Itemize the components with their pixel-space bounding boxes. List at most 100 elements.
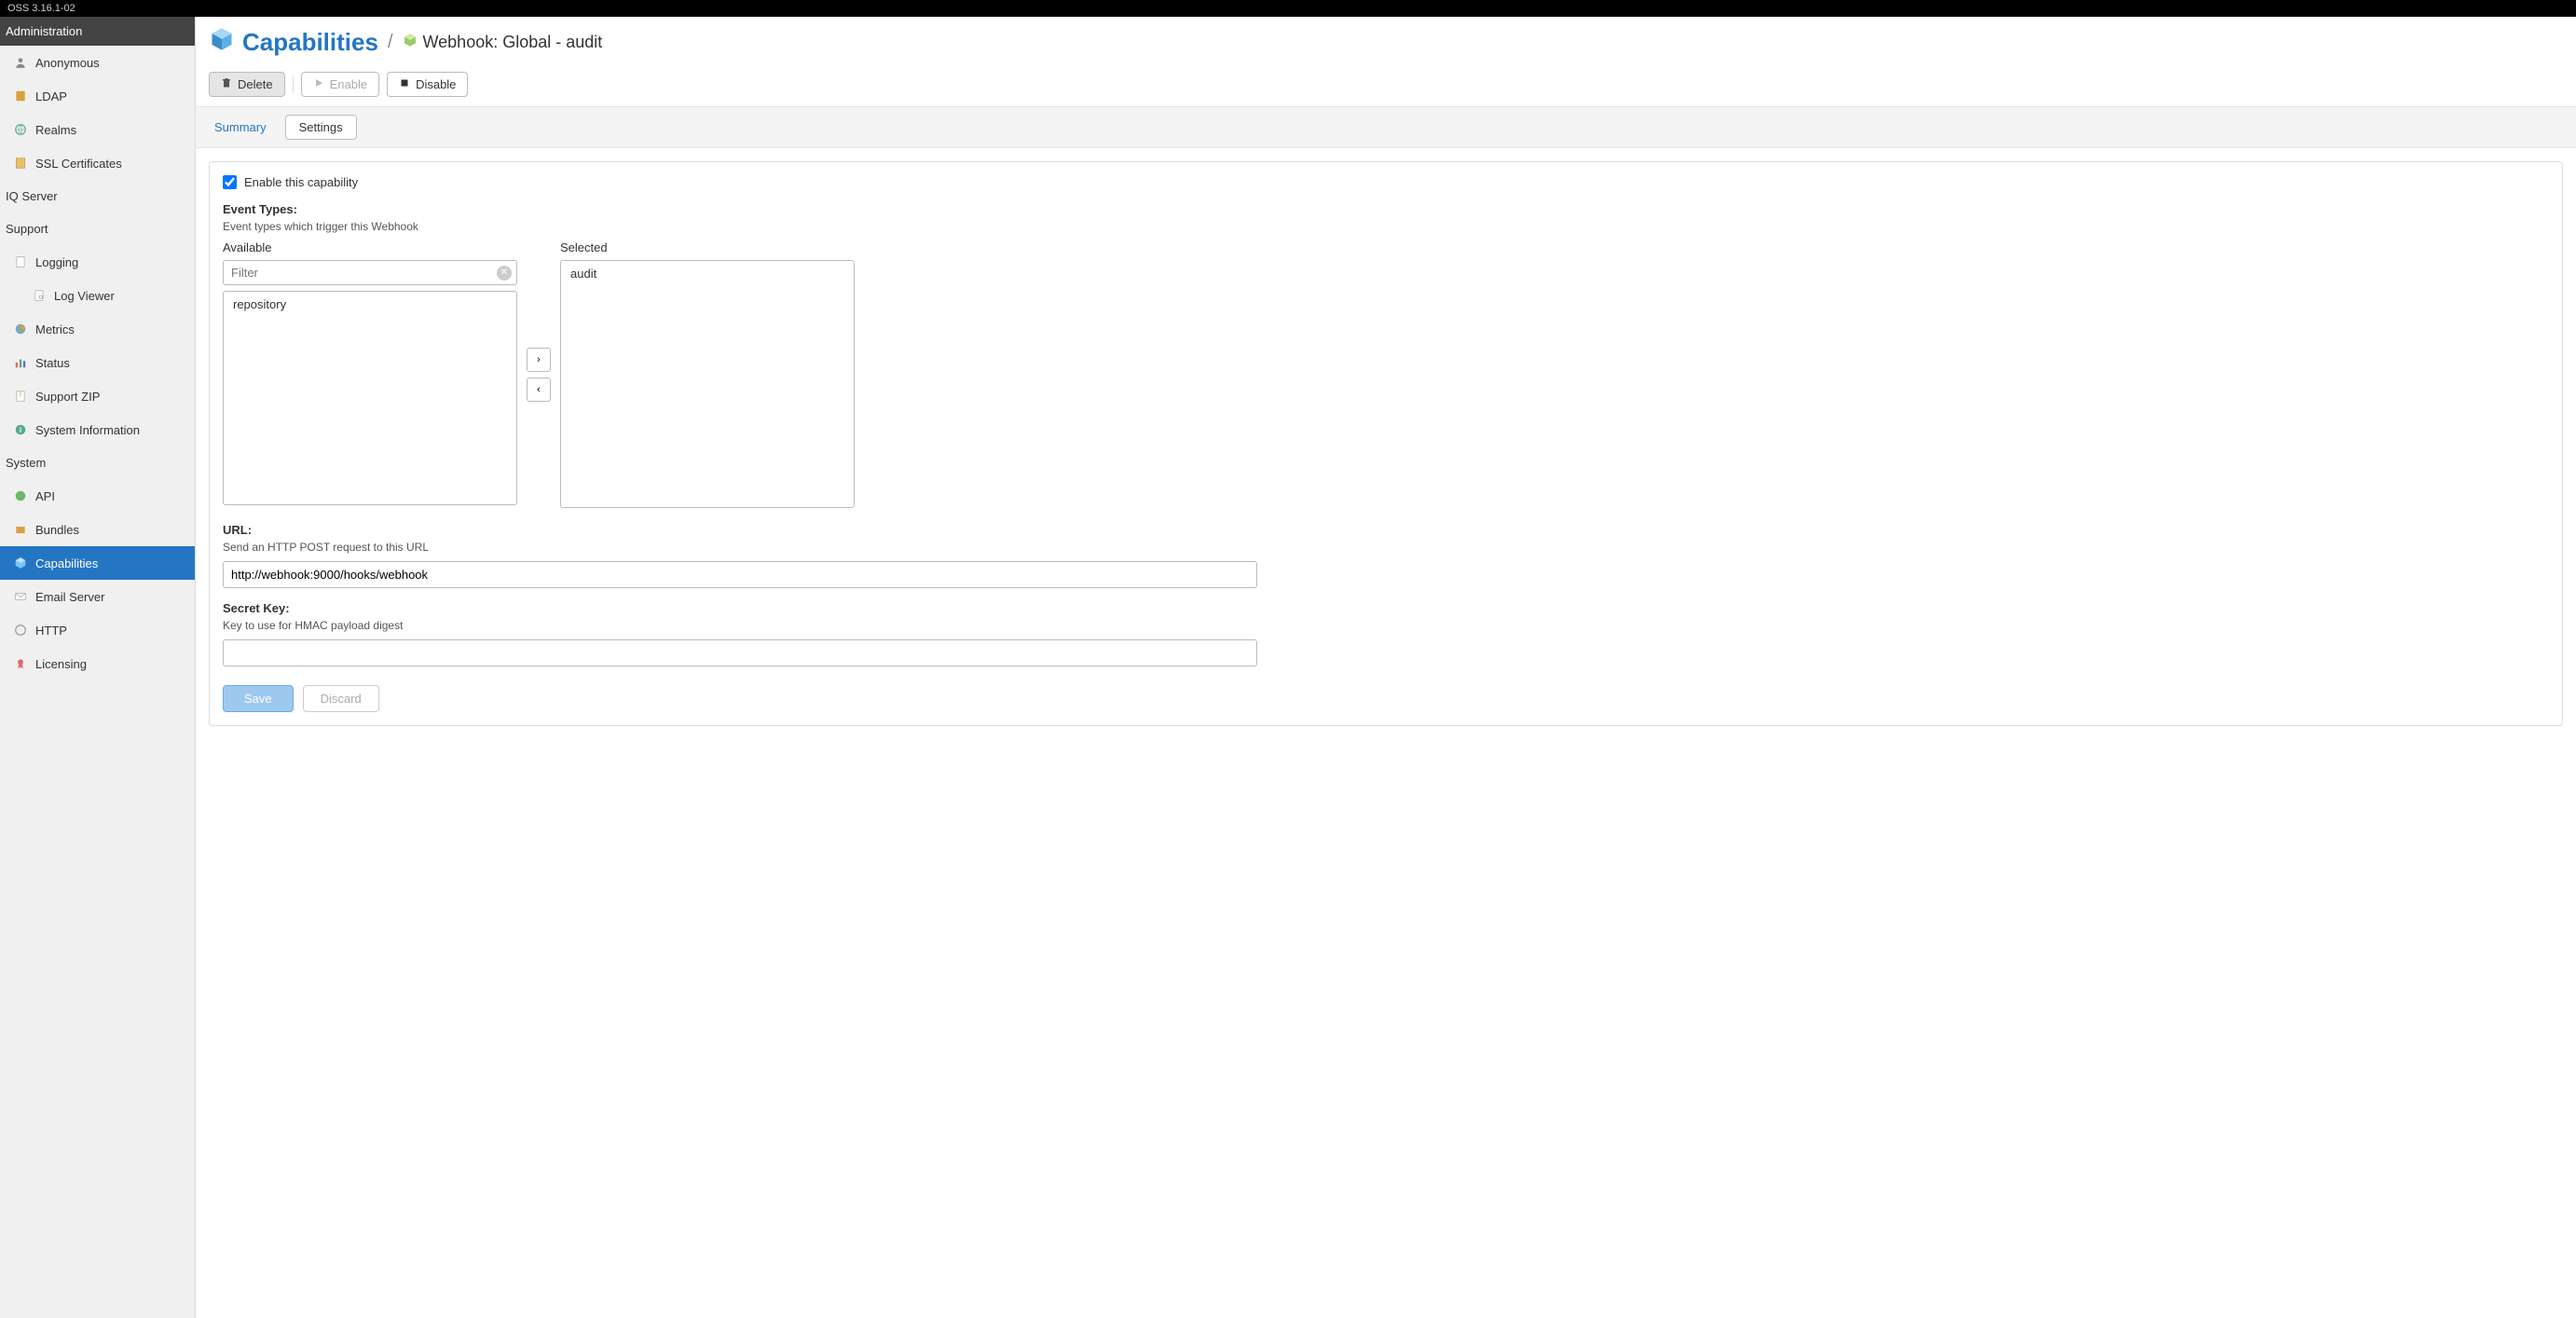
svg-text:i: i [20,426,21,434]
tabs: Summary Settings [196,107,2576,148]
save-button[interactable]: Save [223,685,294,712]
page-title: Capabilities [209,26,378,59]
sidebar-label: Metrics [35,323,75,336]
breadcrumb: Capabilities / Webhook: Global - audit [196,17,2576,68]
clear-filter-icon[interactable]: ✕ [497,266,512,281]
enable-button[interactable]: Enable [301,72,379,97]
sidebar-item-sysinfo[interactable]: i System Information [0,413,195,446]
version-text: OSS 3.16.1-02 [7,3,75,14]
available-listbox[interactable]: repository [223,291,517,505]
selected-listbox[interactable]: audit [560,260,855,508]
sidebar-item-realms[interactable]: Realms [0,113,195,146]
move-right-button[interactable]: › [527,348,551,372]
available-label: Available [223,240,517,254]
zip-icon [13,389,28,404]
chevron-right-icon: › [537,354,541,365]
stop-icon [399,77,410,91]
url-input[interactable] [223,561,1257,588]
api-icon [13,488,28,503]
sidebar-label: Capabilities [35,556,98,570]
webhook-icon [403,33,418,52]
sidebar-item-logging[interactable]: Logging [0,245,195,279]
bars-icon [13,355,28,370]
sidebar-item-status[interactable]: Status [0,346,195,379]
sidebar-group-system[interactable]: System [0,446,195,479]
doc-view-icon [32,288,47,303]
bundle-icon [13,522,28,537]
sidebar-label: Licensing [35,657,87,671]
filter-input[interactable] [223,260,517,285]
discard-button[interactable]: Discard [303,685,379,712]
sidebar-item-bundles[interactable]: Bundles [0,513,195,546]
globe-icon [13,122,28,137]
url-label: URL: [223,523,2549,537]
sidebar-label: Email Server [35,590,104,604]
breadcrumb-separator: / [388,32,393,53]
cube-icon [209,26,235,59]
url-help: Send an HTTP POST request to this URL [223,541,2549,554]
sidebar-item-metrics[interactable]: Metrics [0,312,195,346]
tab-settings[interactable]: Settings [285,115,357,140]
sidebar-item-licensing[interactable]: Licensing [0,647,195,680]
enable-capability-row[interactable]: Enable this capability [223,175,2549,189]
sidebar-label: Logging [35,255,78,269]
sidebar-item-capabilities[interactable]: Capabilities [0,546,195,580]
secret-input[interactable] [223,639,1257,666]
sidebar-item-ssl[interactable]: SSL Certificates [0,146,195,180]
tab-summary[interactable]: Summary [212,117,268,138]
breadcrumb-subtitle: Webhook: Global - audit [403,33,603,52]
sidebar-item-anonymous[interactable]: Anonymous [0,46,195,79]
sidebar-label: Status [35,356,70,370]
secret-help: Key to use for HMAC payload digest [223,619,2549,632]
user-icon [13,55,28,70]
info-icon: i [13,422,28,437]
book-icon [13,89,28,103]
sidebar-item-http[interactable]: HTTP [0,613,195,647]
sidebar-item-support-zip[interactable]: Support ZIP [0,379,195,413]
mail-icon [13,589,28,604]
selected-item[interactable]: audit [561,261,854,286]
sidebar-label: Log Viewer [54,289,115,303]
toolbar-separator [293,76,294,93]
sidebar-item-ldap[interactable]: LDAP [0,79,195,113]
dual-list: Available ✕ repository › [223,240,2549,508]
toolbar: Delete Enable Disable [196,68,2576,107]
chart-icon [13,322,28,336]
play-icon [313,77,324,91]
license-icon [13,656,28,671]
sidebar: Administration Anonymous LDAP Realms SSL… [0,17,196,1318]
top-bar: OSS 3.16.1-02 [0,0,2576,17]
secret-label: Secret Key: [223,601,2549,615]
settings-panel: Enable this capability Event Types: Even… [209,161,2563,726]
sidebar-label: Support ZIP [35,390,100,404]
move-left-button[interactable]: ‹ [527,378,551,402]
trash-icon [221,77,232,91]
sidebar-label: API [35,489,55,503]
sidebar-item-log-viewer[interactable]: Log Viewer [0,279,195,312]
event-types-label: Event Types: [223,202,2549,216]
sidebar-item-email[interactable]: Email Server [0,580,195,613]
sidebar-label: SSL Certificates [35,157,122,171]
sidebar-label: LDAP [35,89,67,103]
sidebar-label: Realms [35,123,76,137]
sidebar-label: HTTP [35,624,67,638]
cube-icon [13,556,28,570]
sidebar-item-api[interactable]: API [0,479,195,513]
enable-capability-label: Enable this capability [244,175,358,189]
http-icon [13,623,28,638]
event-types-help: Event types which trigger this Webhook [223,220,2549,233]
doc-icon [13,254,28,269]
delete-button[interactable]: Delete [209,72,285,97]
disable-button[interactable]: Disable [387,72,468,97]
sidebar-group-iq[interactable]: IQ Server [0,180,195,213]
cert-icon [13,156,28,171]
sidebar-label: Anonymous [35,56,100,70]
sidebar-label: System Information [35,423,140,437]
sidebar-header: Administration [0,17,195,46]
chevron-left-icon: ‹ [537,384,541,395]
selected-label: Selected [560,240,855,254]
available-item[interactable]: repository [224,292,516,317]
enable-capability-checkbox[interactable] [223,175,237,189]
sidebar-group-support[interactable]: Support [0,213,195,245]
sidebar-label: Bundles [35,523,79,537]
